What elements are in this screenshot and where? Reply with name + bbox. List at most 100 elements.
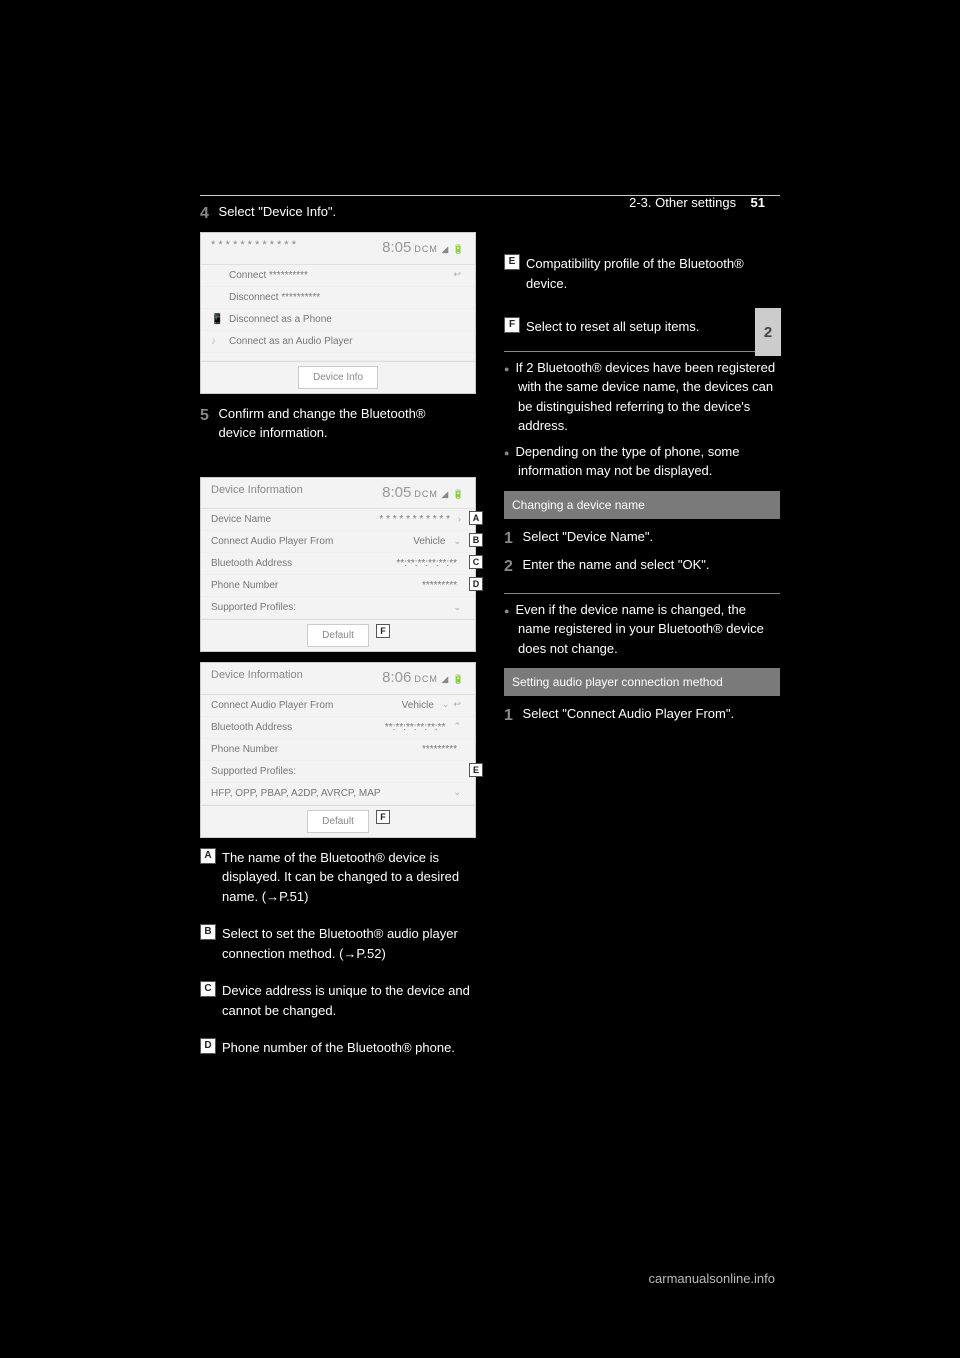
callout-c-text: Device address is unique to the device a… — [222, 981, 476, 1020]
step-2-rename-text: Enter the name and select "OK". — [523, 555, 743, 575]
left-column: 4 Select "Device Info". * * * * * * * * … — [200, 202, 476, 1062]
label-a: A — [469, 511, 483, 525]
value-phone-number: ********* — [422, 742, 457, 757]
callout-e-text: Compatibility profile of the Bluetooth® … — [526, 254, 780, 293]
divider — [504, 593, 780, 594]
scroll-down-icon: ⌄ — [453, 601, 461, 615]
callout-a-text: The name of the Bluetooth® device is dis… — [222, 848, 476, 907]
step-1-rename: 1 Select "Device Name". — [504, 527, 780, 551]
device-info-button: Device Info — [298, 366, 378, 389]
shot2-titlebar: Device Information 8:05 DCM ◢ 🔋 — [201, 478, 475, 510]
row-profiles-list: HFP, OPP, PBAP, A2DP, AVRCP, MAP ⌄ — [201, 783, 475, 805]
label-phone-number: Phone Number — [211, 742, 422, 757]
status-icons: DCM ◢ 🔋 — [414, 244, 465, 254]
row-supported-profiles-2: Supported Profiles: E — [201, 761, 475, 783]
shot2-title: Device Information — [211, 482, 303, 505]
shot3-footer: Default F — [201, 805, 475, 837]
label-b: B — [469, 533, 483, 547]
music-icon: ♪ — [211, 334, 225, 349]
step-1-audio: 1 Select "Connect Audio Player From". — [504, 704, 780, 728]
divider — [504, 351, 780, 352]
value-phone-number: ********* — [422, 578, 457, 593]
shot2-time: 8:05 — [382, 484, 411, 501]
label-supported-profiles: Supported Profiles: — [211, 600, 453, 615]
label-f: F — [376, 624, 390, 638]
row-bt-address: Bluetooth Address **:**:**:**:**:** C — [201, 553, 475, 575]
step-5: 5 Confirm and change the Bluetooth® devi… — [200, 404, 476, 443]
value-bt-address: **:**:**:**:**:** — [396, 556, 457, 571]
profiles-list: HFP, OPP, PBAP, A2DP, AVRCP, MAP — [211, 786, 453, 801]
shot2-footer: Default F — [201, 619, 475, 651]
step-2-rename: 2 Enter the name and select "OK". — [504, 555, 780, 579]
label-box-d: D — [200, 1038, 216, 1054]
shot1-r4: Connect as an Audio Player — [229, 334, 465, 349]
phone-icon: 📱 — [211, 312, 225, 327]
row-supported-profiles: Supported Profiles: ⌄ — [201, 597, 475, 619]
row-bt-address-2: Bluetooth Address **:**:**:**:**:** ⌃ — [201, 717, 475, 739]
label-connect-from: Connect Audio Player From — [211, 534, 413, 549]
screenshot-device-menu: * * * * * * * * * * * * 8:05 DCM ◢ 🔋 Con… — [200, 232, 476, 394]
label-box-a: A — [200, 848, 216, 864]
chevron-down-icon: ⌄ — [453, 535, 461, 549]
shot1-row-connect-audio: ♪ Connect as an Audio Player — [201, 331, 475, 353]
two-column-layout: 4 Select "Device Info". * * * * * * * * … — [200, 202, 780, 1062]
default-button: Default — [307, 810, 369, 833]
shot3-title: Device Information — [211, 667, 303, 690]
callout-c: C Device address is unique to the device… — [200, 981, 476, 1020]
label-connect-from: Connect Audio Player From — [211, 698, 402, 713]
label-box-f: F — [504, 317, 520, 333]
shot1-titlebar: * * * * * * * * * * * * 8:05 DCM ◢ 🔋 — [201, 233, 475, 265]
subhead-audio-method: Setting audio player connection method — [504, 668, 780, 696]
value-device-name: * * * * * * * * * * * — [379, 512, 450, 527]
back-icon: ↩ — [453, 698, 461, 712]
row-device-name: Device Name * * * * * * * * * * * › A — [201, 509, 475, 531]
label-c: C — [469, 555, 483, 569]
label-phone-number: Phone Number — [211, 578, 422, 593]
manual-page: 2-3. Other settings 51 2 4 Select "Devic… — [0, 0, 960, 1358]
step-1-audio-text: Select "Connect Audio Player From". — [523, 704, 743, 724]
status-icons: DCM ◢ 🔋 — [414, 674, 465, 684]
shot1-row-disconnect-phone: 📱 Disconnect as a Phone — [201, 309, 475, 331]
callout-f: F Select to reset all setup items. — [504, 317, 780, 337]
callout-b: B Select to set the Bluetooth® audio pla… — [200, 924, 476, 963]
row-phone-number-2: Phone Number ********* — [201, 739, 475, 761]
label-box-c: C — [200, 981, 216, 997]
note-1: If 2 Bluetooth® devices have been regist… — [504, 358, 780, 436]
step-number-5: 5 — [200, 407, 209, 424]
step-number-1: 1 — [504, 707, 513, 724]
screenshot-device-info-1: Device Information 8:05 DCM ◢ 🔋 Device N… — [200, 477, 476, 653]
label-bt-address: Bluetooth Address — [211, 720, 385, 735]
page-header-text: 2-3. Other settings — [629, 195, 736, 210]
label-bt-address: Bluetooth Address — [211, 556, 396, 571]
shot1-row-disconnect: Disconnect ********** — [201, 287, 475, 309]
shot3-titlebar: Device Information 8:06 DCM ◢ 🔋 — [201, 663, 475, 695]
callout-b-text: Select to set the Bluetooth® audio playe… — [222, 924, 476, 963]
shot1-r1: Connect ********** — [229, 268, 453, 283]
shot1-r2: Disconnect ********** — [229, 290, 465, 305]
shot1-r3: Disconnect as a Phone — [229, 312, 465, 327]
step-number-1: 1 — [504, 530, 513, 547]
subhead-change-name: Changing a device name — [504, 491, 780, 519]
value-bt-address: **:**:**:**:**:** — [385, 720, 446, 735]
right-column: E Compatibility profile of the Bluetooth… — [504, 202, 780, 1062]
screenshot-device-info-2: Device Information 8:06 DCM ◢ 🔋 Connect … — [200, 662, 476, 838]
status-icons: DCM ◢ 🔋 — [414, 489, 465, 499]
label-e: E — [469, 763, 483, 777]
shot3-time: 8:06 — [382, 669, 411, 686]
step-1-rename-text: Select "Device Name". — [523, 527, 743, 547]
step-4-text: Select "Device Info". — [219, 202, 439, 222]
callout-f-text: Select to reset all setup items. — [526, 317, 780, 337]
scroll-down-icon: ⌄ — [453, 786, 461, 800]
value-vehicle: Vehicle — [402, 698, 434, 713]
label-d: D — [469, 577, 483, 591]
step-4: 4 Select "Device Info". — [200, 202, 476, 226]
chapter-tab: 2 — [755, 308, 781, 356]
page-number: 2-3. Other settings 51 — [629, 195, 765, 210]
footer-url: carmanualsonline.info — [649, 1271, 775, 1286]
row-connect-from: Connect Audio Player From Vehicle ⌄ B — [201, 531, 475, 553]
callout-e: E Compatibility profile of the Bluetooth… — [504, 254, 780, 293]
callout-d: D Phone number of the Bluetooth® phone. — [200, 1038, 476, 1058]
back-icon: ↩ — [453, 268, 461, 282]
note-2: Depending on the type of phone, some inf… — [504, 442, 780, 481]
shot1-time: 8:05 — [382, 239, 411, 256]
